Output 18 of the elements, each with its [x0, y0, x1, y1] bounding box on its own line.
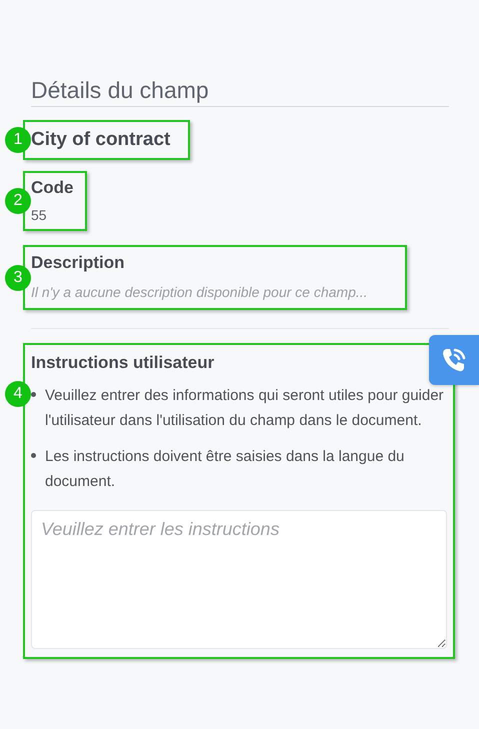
instructions-label: Instructions utilisateur — [31, 353, 216, 373]
description-label: Description — [31, 253, 126, 273]
callout-badge: 3 — [5, 264, 31, 290]
call-button[interactable] — [429, 335, 479, 385]
callout-badge: 2 — [5, 188, 31, 214]
callout-badge: 1 — [5, 127, 31, 153]
instruction-text: Veuillez entrer des informations qui seront utiles pour guider l'utilisateur dans l'utilisation du champ dans le document. — [45, 386, 445, 431]
instructions-field[interactable]: Veuillez entrer les instructions — [31, 510, 447, 649]
callout-badge: 4 — [5, 381, 31, 407]
code-value: 55 — [31, 207, 48, 223]
bullet-icon — [31, 392, 36, 397]
bullet-icon — [31, 453, 36, 458]
phone-icon — [440, 346, 468, 374]
code-label: Code — [31, 178, 74, 198]
instruction-text: Les instructions doivent être saisies dans la langue du document. — [45, 447, 406, 492]
empty-description-text: Il n'y a aucune description disponible pour ce champ... — [31, 284, 369, 300]
page-title: Détails du champ — [31, 76, 210, 104]
field-name: City of contract — [31, 129, 170, 151]
